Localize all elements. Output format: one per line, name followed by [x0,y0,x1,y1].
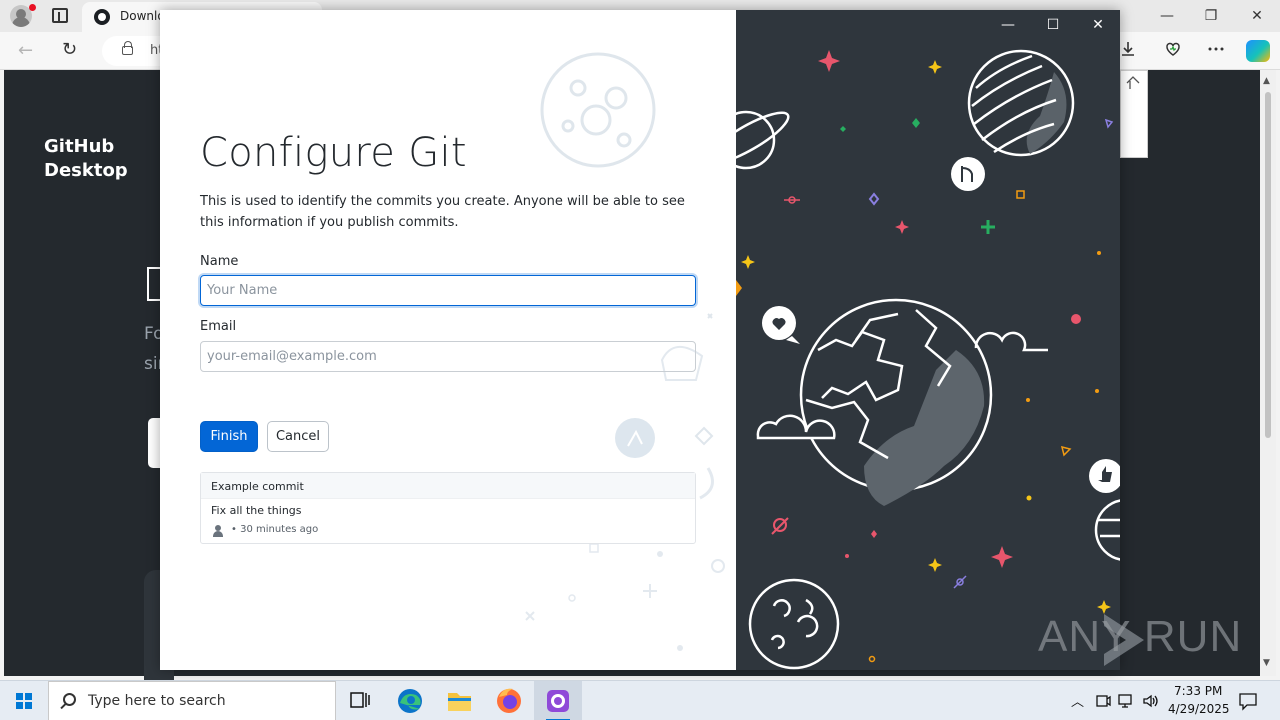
git-branch-bubble-icon [951,157,985,191]
back-arrow-icon[interactable]: ← [18,40,33,61]
edge-browser-icon[interactable] [386,681,434,720]
configure-git-dialog: Configure Git This is used to identify t… [160,10,1120,670]
cloud-icon [974,331,1048,352]
meet-now-icon[interactable] [1094,692,1112,710]
striped-planet-icon [967,49,1075,157]
task-view-button[interactable] [336,681,384,720]
ringed-planet-icon [736,110,790,170]
lock-icon [122,41,133,55]
page-popup-fragment [1120,70,1148,158]
name-label: Name [200,254,239,269]
moon-decoration-icon [540,52,656,168]
finish-button[interactable]: Finish [200,421,258,452]
clock-time[interactable]: 7:33 PM [1174,684,1222,698]
email-label: Email [200,319,237,334]
dialog-description: This is used to identify the commits you… [200,194,685,230]
browser-minimize-button[interactable]: — [1144,6,1190,26]
copilot-icon[interactable] [1246,40,1270,62]
browser-essentials-icon[interactable] [1162,40,1184,62]
notification-dot [29,4,36,11]
downloads-icon[interactable] [1117,40,1139,62]
space-illustration-panel: — ☐ ✕ [736,10,1120,670]
heart-bubble-icon [762,306,800,344]
example-commit-header: Example commit [201,473,695,499]
refresh-icon[interactable]: ↻ [62,39,77,60]
email-input[interactable] [200,341,696,372]
anyrun-watermark-text: ANY RUN [1038,612,1243,661]
cancel-button[interactable]: Cancel [267,421,329,452]
person-icon [213,525,223,537]
search-icon [63,693,76,706]
start-button[interactable] [0,681,48,720]
more-options-icon[interactable] [1205,40,1227,62]
swirl-planet-icon [748,578,840,670]
thumbs-up-bubble-icon [1089,459,1120,493]
page-logo-line1[interactable]: GitHub [44,136,114,157]
tab-actions-icon[interactable] [52,8,68,23]
github-favicon-icon [94,9,110,25]
windows-logo-icon [16,693,32,709]
example-commit-meta: • 30 minutes ago [231,524,319,535]
github-desktop-taskbar-icon[interactable] [534,681,582,720]
clock-date[interactable]: 4/29/2025 [1168,702,1230,716]
tray-overflow-chevron-icon[interactable]: ︿ [1071,691,1084,710]
taskbar-search-box[interactable]: Type here to search [48,681,336,720]
example-commit-summary: Fix all the things [211,504,302,517]
browser-restore-button[interactable]: ❐ [1188,6,1234,26]
dialog-title: Configure Git [200,130,467,176]
partial-planet-icon [1094,499,1120,561]
search-placeholder: Type here to search [88,693,226,709]
windows-taskbar: Type here to search ︿ 7:33 PM 4/29/2025 [0,680,1280,720]
volume-icon[interactable] [1141,692,1159,710]
space-illustration [736,49,1120,670]
firefox-icon[interactable] [485,681,533,720]
file-explorer-icon[interactable] [435,681,483,720]
browser-close-button[interactable]: ✕ [1234,6,1280,26]
name-input[interactable] [200,275,696,306]
page-scrollbar[interactable]: ▲ ▼ [1260,70,1276,676]
scroll-up-icon[interactable]: ▲ [1263,76,1270,86]
scrollbar-thumb[interactable] [1265,92,1271,438]
page-logo-line2[interactable]: Desktop [44,160,128,181]
network-icon[interactable] [1117,692,1135,710]
notifications-icon[interactable] [1238,691,1258,711]
scroll-down-icon[interactable]: ▼ [1263,658,1270,668]
faint-star-doodles-icon [525,543,725,651]
example-commit-box: Example commit Fix all the things • 30 m… [200,472,696,544]
earth-planet-icon [799,298,993,506]
cloud-icon [756,414,836,440]
